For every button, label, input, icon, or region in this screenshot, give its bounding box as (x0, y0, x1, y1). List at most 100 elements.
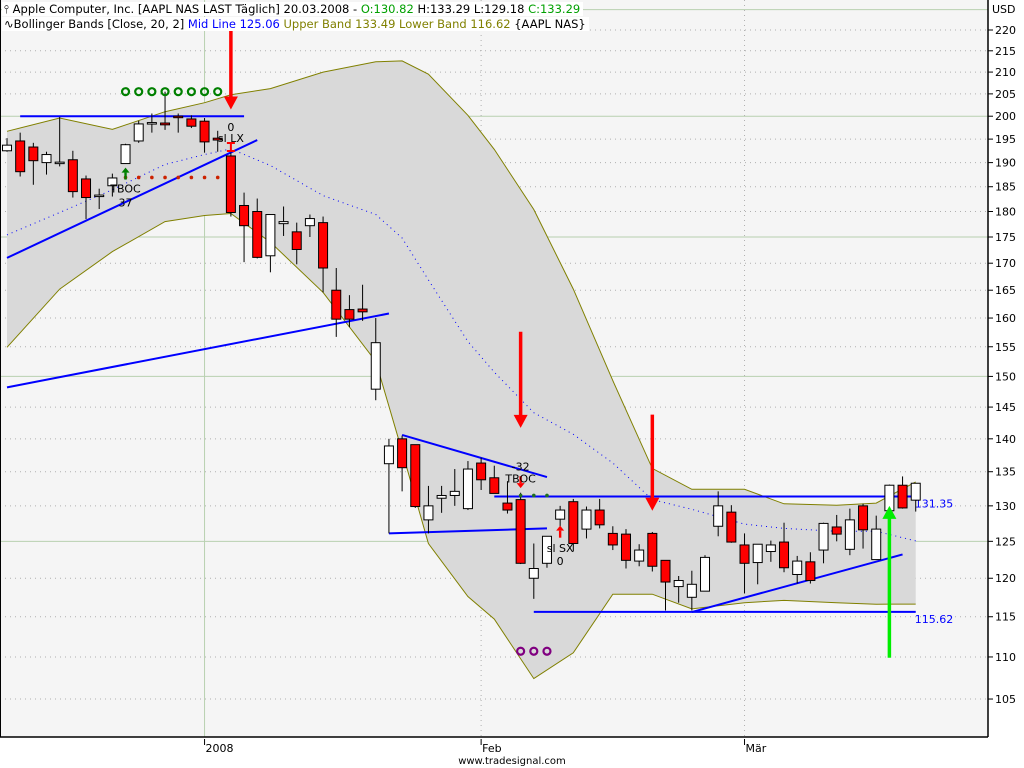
candle-down (502, 502, 513, 511)
candle-down (199, 120, 210, 143)
candle-up (54, 161, 65, 165)
candle-up (41, 154, 52, 164)
candle-down (858, 505, 869, 531)
y-tick-label: 210 (995, 66, 1016, 79)
dot-marker (518, 493, 523, 498)
y-tick-label: 110 (995, 651, 1016, 664)
candle-up (844, 519, 855, 550)
instrument-header: ⫯ Apple Computer, Inc. [AAPL NAS LAST Tä… (2, 2, 584, 16)
candle-up (94, 194, 105, 198)
x-axis: 2008 Feb Mär (204, 739, 767, 755)
mid-line-value: Mid Line 125.06 (187, 17, 280, 31)
candle-down (410, 444, 421, 508)
candle-up (423, 505, 434, 521)
close-value: C:133.29 (528, 2, 581, 16)
candle-down (331, 289, 342, 320)
y-tick-label: 170 (995, 257, 1016, 270)
candle-up (818, 522, 829, 551)
y-tick-label: 160 (995, 312, 1016, 325)
x-tick-label: 2008 (206, 742, 234, 755)
y-tick-label: 155 (995, 341, 1016, 354)
candle-up (265, 214, 276, 257)
candle-down (647, 532, 658, 567)
candle-up (436, 494, 447, 499)
candle-down (67, 159, 78, 193)
y-tick-label: 215 (995, 45, 1016, 58)
band-values: Upper Band 133.49 Lower Band 116.62 (283, 17, 511, 31)
dot-marker (163, 175, 167, 180)
candle-up (383, 445, 394, 465)
candle-up (278, 221, 289, 225)
y-tick-label: 135 (995, 466, 1016, 479)
candle-down (186, 118, 197, 127)
candle-down (594, 509, 605, 526)
candle-down (805, 561, 816, 582)
candle-down (476, 462, 487, 481)
candle-up (910, 482, 921, 501)
y-tick-label: 140 (995, 433, 1016, 446)
small-up-arrow-stem (124, 172, 127, 180)
candle-down (173, 115, 184, 119)
y-tick-label: 130 (995, 500, 1016, 513)
trend-line-label: 115.62 (915, 613, 954, 626)
indicator-header: ∿Bollinger Bands [Close, 20, 2] Mid Line… (2, 17, 589, 31)
y-axis-unit: USD (992, 3, 1016, 16)
y-tick-label: 185 (995, 181, 1016, 194)
candle-up (2, 144, 12, 152)
watermark: www.tradesignal.com (458, 756, 566, 767)
annotation-label: 0 (557, 555, 564, 568)
candle-up (686, 583, 697, 598)
dot-marker (202, 175, 207, 180)
candle-down (160, 122, 171, 126)
candlestick-chart[interactable]: 131.35115.62 0sl LXTBOC37-32TBOCsl SX0 2… (0, 0, 1024, 768)
candle-up (752, 543, 763, 564)
candle-down (239, 204, 250, 227)
candle-up (792, 560, 803, 575)
y-tick-label: 165 (995, 284, 1016, 297)
candle-up (133, 123, 144, 142)
annotation-label: TBOC (109, 183, 141, 196)
y-tick-label: 125 (995, 535, 1016, 548)
annotation-label: 37 (119, 197, 133, 210)
candle-down (568, 501, 579, 544)
y-tick-label: 150 (995, 370, 1016, 383)
candle-up (370, 342, 381, 390)
candle-down (607, 532, 618, 546)
candle-down (620, 533, 631, 561)
candle-up (120, 144, 131, 165)
candle-up (146, 122, 157, 125)
candle-up (634, 549, 645, 562)
y-tick-label: 120 (995, 572, 1016, 585)
y-tick-label: 175 (995, 231, 1016, 244)
y-tick-label: 180 (995, 206, 1016, 219)
candle-up (713, 505, 724, 527)
candle-down (357, 308, 368, 313)
candle-up (555, 509, 566, 520)
candle-up (304, 218, 315, 227)
candle-down (28, 146, 39, 162)
candle-down (779, 541, 790, 569)
dot-marker (532, 493, 536, 498)
indicator-title: Bollinger Bands [Close, 20, 2] (13, 17, 185, 31)
candle-down (726, 511, 737, 543)
dot-marker (150, 175, 154, 180)
dot-marker (176, 175, 181, 180)
candle-up (449, 490, 460, 496)
candle-down (831, 526, 842, 535)
candlestick-icon: ⫯ (4, 2, 10, 16)
high-value: H:133.29 (417, 2, 471, 16)
y-tick-label: 145 (995, 401, 1016, 414)
open-value: O:130.82 (360, 2, 414, 16)
annotation-label: sl SX (547, 542, 574, 555)
candle-down (739, 544, 750, 564)
y-tick-label: 115 (995, 611, 1016, 624)
x-tick-label: Mär (746, 742, 767, 755)
y-tick-label: 105 (995, 693, 1016, 706)
low-value: L:129.18 (473, 2, 525, 16)
dot-marker (136, 175, 141, 180)
candle-up (673, 580, 684, 588)
candle-up (871, 528, 882, 561)
dot-marker (215, 175, 220, 180)
y-tick-label: 205 (995, 88, 1016, 101)
annotation-label: -32 (512, 460, 530, 473)
